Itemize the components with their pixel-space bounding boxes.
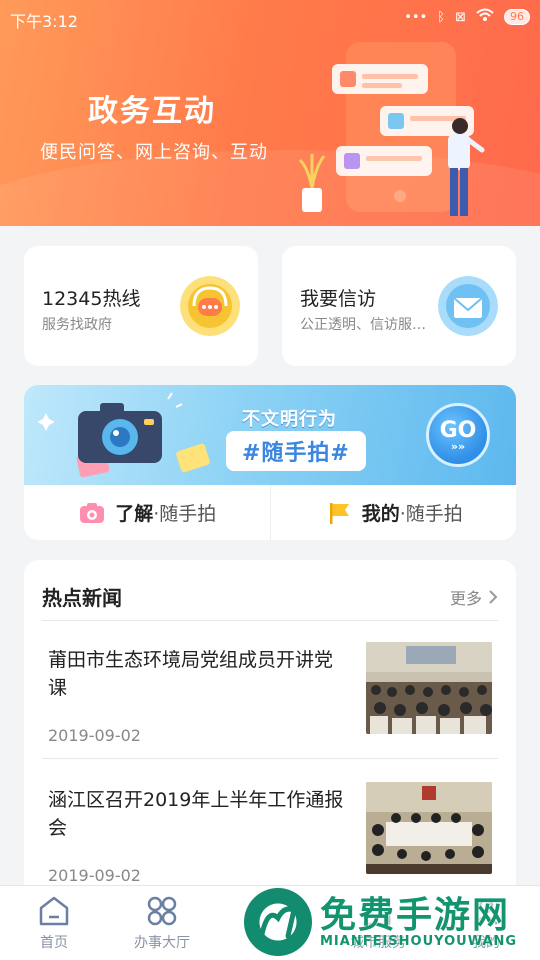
status-icons: ••• ᛒ ⊠ 96 xyxy=(404,8,530,26)
flag-icon xyxy=(329,502,349,524)
envelope-icon xyxy=(438,276,498,336)
hero-subtitle: 便民问答、网上咨询、互动 xyxy=(40,142,268,163)
news-thumbnail-image xyxy=(366,642,492,734)
petition-card-title: 我要信访 xyxy=(300,288,377,310)
news-header: 热点新闻 xyxy=(42,586,122,610)
my-label: 我的 xyxy=(361,503,400,525)
tab-home[interactable]: 首页 xyxy=(0,886,108,960)
news-item[interactable]: 涵江区召开2019年上半年工作通报会 2019-09-02 xyxy=(48,782,498,900)
arrows-icon: »» xyxy=(450,440,466,453)
banner-tag-text: #随手拍# xyxy=(226,431,366,471)
learn-suffix: ·随手拍 xyxy=(153,503,217,525)
hot-news-card: 热点新闻 更多 莆田市生态环境局党组成员开讲党课 2019-09-02 涵江区召… xyxy=(24,560,516,900)
battery-icon: 96 xyxy=(504,9,530,25)
learn-label: 了解 xyxy=(115,503,154,525)
divider xyxy=(42,758,498,759)
news-more-label: 更多 xyxy=(449,589,482,608)
snapshot-card: 不文明行为 #随手拍# GO »» 了解·随手拍 我的·随手拍 xyxy=(24,385,516,540)
news-date: 2019-09-02 xyxy=(48,726,141,745)
petition-card[interactable]: 我要信访 公正透明、信访服… xyxy=(282,246,516,366)
status-bar: 下午3:12 ••• ᛒ ⊠ 96 xyxy=(0,0,540,36)
home-icon xyxy=(39,896,69,926)
bluetooth-icon: ᛒ xyxy=(437,9,446,25)
watermark-logo-icon xyxy=(244,888,312,956)
grid-icon xyxy=(147,896,177,926)
hotline-card[interactable]: 12345热线 服务找政府 xyxy=(24,246,258,366)
chevron-right-icon xyxy=(489,590,498,604)
watermark-text: 免费手游网 xyxy=(320,895,511,936)
news-thumbnail-image xyxy=(366,782,492,874)
watermark-subtext: MIANFEISHOUYOUWANG xyxy=(320,934,518,949)
petition-card-subtitle: 公正透明、信访服… xyxy=(300,317,426,333)
dots-icon: ••• xyxy=(404,9,428,25)
learn-snapshot-button[interactable]: 了解·随手拍 xyxy=(24,485,270,540)
tab-service-hall-label: 办事大厅 xyxy=(134,935,190,951)
sim-icon: ⊠ xyxy=(455,9,466,25)
wifi-icon xyxy=(476,8,494,26)
camera-illustration xyxy=(38,392,210,478)
hotline-card-subtitle: 服务找政府 xyxy=(42,317,112,333)
news-date: 2019-09-02 xyxy=(48,866,141,885)
my-snapshot-button[interactable]: 我的·随手拍 xyxy=(269,485,517,540)
go-button[interactable]: GO »» xyxy=(426,403,490,467)
hero-title: 政务互动 xyxy=(88,94,216,129)
news-more-link[interactable]: 更多 xyxy=(450,585,498,609)
my-suffix: ·随手拍 xyxy=(399,503,463,525)
banner-top-text: 不文明行为 xyxy=(242,409,337,430)
hotline-card-title: 12345热线 xyxy=(42,288,141,310)
divider xyxy=(42,620,498,621)
headset-chat-icon xyxy=(180,276,240,336)
snapshot-banner[interactable]: 不文明行为 #随手拍# GO »» xyxy=(24,385,516,485)
news-item[interactable]: 莆田市生态环境局党组成员开讲党课 2019-09-02 xyxy=(48,642,498,766)
camera-icon xyxy=(80,502,105,523)
news-title: 莆田市生态环境局党组成员开讲党课 xyxy=(48,649,334,699)
news-title: 涵江区召开2019年上半年工作通报会 xyxy=(48,789,344,839)
phone-chat-illustration xyxy=(298,42,485,216)
snapshot-actions: 了解·随手拍 我的·随手拍 xyxy=(24,485,516,540)
tab-home-label: 首页 xyxy=(40,935,68,951)
status-time: 下午3:12 xyxy=(10,12,78,31)
site-watermark: 免费手游网 MIANFEISHOUYOUWANG xyxy=(244,886,540,960)
hero-banner: 下午3:12 ••• ᛒ ⊠ 96 政务互动 便民问答、网上咨询、互动 xyxy=(0,0,540,226)
tab-service-hall[interactable]: 办事大厅 xyxy=(108,886,216,960)
